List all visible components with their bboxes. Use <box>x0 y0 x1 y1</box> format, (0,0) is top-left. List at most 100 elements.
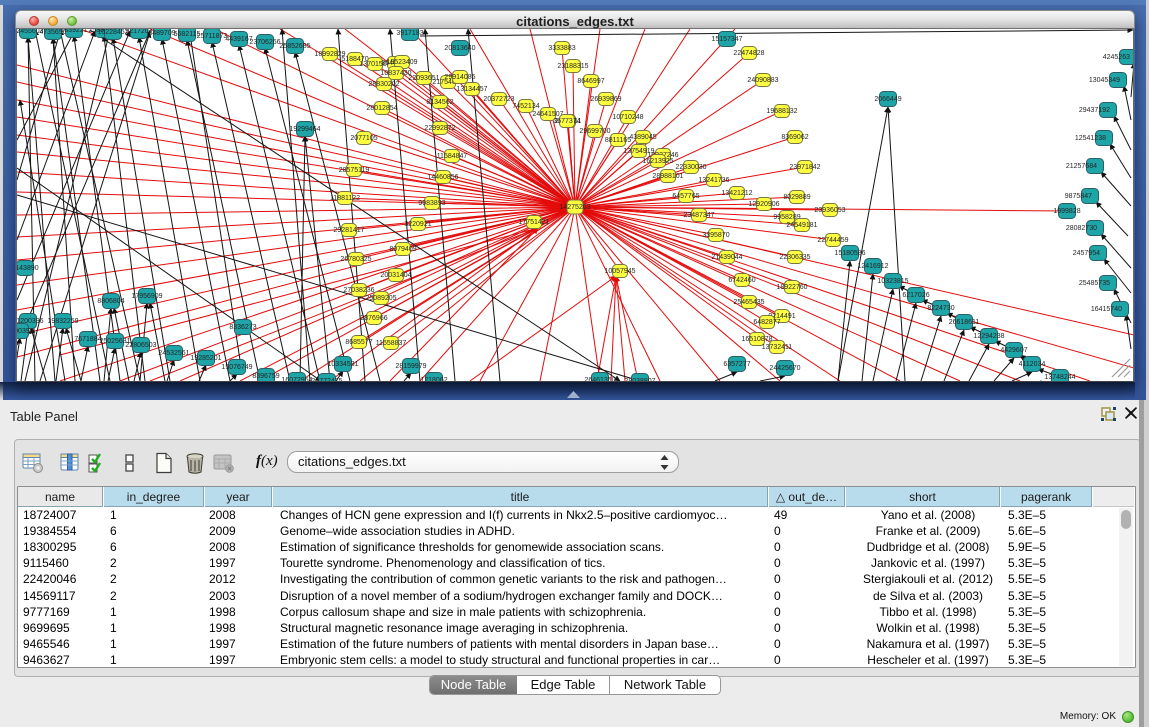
svg-text:27038236: 27038236 <box>343 287 374 294</box>
svg-text:29914085: 29914085 <box>444 74 475 81</box>
svg-text:1999828: 1999828 <box>1053 208 1080 215</box>
svg-text:14275203: 14275203 <box>559 204 590 211</box>
svg-text:24425670: 24425670 <box>769 365 800 372</box>
svg-text:8079409: 8079409 <box>389 246 416 253</box>
svg-text:2077105: 2077105 <box>350 135 377 142</box>
svg-text:9875847: 9875847 <box>1065 193 1092 200</box>
svg-text:14460856: 14460856 <box>427 174 458 181</box>
svg-text:8369062: 8369062 <box>781 134 808 141</box>
svg-text:10228452: 10228452 <box>97 29 128 36</box>
svg-text:16213925: 16213925 <box>642 158 673 165</box>
svg-text:21439044: 21439044 <box>711 254 742 261</box>
svg-text:8489709: 8489709 <box>148 30 175 37</box>
svg-text:1890399: 1890399 <box>17 328 34 335</box>
svg-text:12294238: 12294238 <box>973 333 1004 340</box>
svg-text:3395870: 3395870 <box>702 232 729 239</box>
svg-text:17751421: 17751421 <box>518 219 549 226</box>
svg-text:3677374: 3677374 <box>553 118 580 125</box>
svg-text:24549181: 24549181 <box>786 222 817 229</box>
svg-text:6217026: 6217026 <box>902 292 929 299</box>
svg-text:13134457: 13134457 <box>456 86 487 93</box>
svg-text:12416912: 12416912 <box>857 263 888 270</box>
svg-text:26618611: 26618611 <box>949 319 980 326</box>
svg-text:19523409: 19523409 <box>386 59 417 66</box>
svg-text:11584847: 11584847 <box>437 153 468 160</box>
svg-text:29699700: 29699700 <box>579 128 610 135</box>
svg-text:19688132: 19688132 <box>766 108 797 115</box>
svg-text:22330030: 22330030 <box>675 164 706 171</box>
svg-text:13421212: 13421212 <box>721 190 752 197</box>
svg-text:8646997: 8646997 <box>577 78 604 85</box>
svg-text:2457954: 2457954 <box>1073 250 1100 257</box>
svg-text:4245263: 4245263 <box>1103 54 1130 61</box>
svg-text:28082730: 28082730 <box>1066 225 1097 232</box>
svg-text:8224730: 8224730 <box>927 305 954 312</box>
svg-text:23971842: 23971842 <box>789 164 820 171</box>
svg-text:1218062: 1218062 <box>420 377 447 381</box>
svg-text:28830202: 28830202 <box>368 81 399 88</box>
svg-text:6357277: 6357277 <box>723 361 750 368</box>
svg-text:22806503: 22806503 <box>125 342 156 349</box>
svg-text:8029889: 8029889 <box>783 194 810 201</box>
svg-text:8811165: 8811165 <box>605 137 631 144</box>
svg-text:15157347: 15157347 <box>711 36 742 43</box>
svg-text:8806804: 8806804 <box>97 298 124 305</box>
svg-text:25485735: 25485735 <box>1079 280 1110 287</box>
svg-text:13732411: 13732411 <box>762 344 793 351</box>
svg-text:20813640: 20813640 <box>444 45 475 52</box>
svg-text:17956909: 17956909 <box>131 293 162 300</box>
svg-text:8396759: 8396759 <box>252 373 279 380</box>
svg-text:25465435: 25465435 <box>733 299 764 306</box>
svg-text:8134562: 8134562 <box>426 99 453 106</box>
svg-text:7671884: 7671884 <box>74 336 101 343</box>
svg-text:4429607: 4429607 <box>1000 347 1027 354</box>
svg-text:4112034: 4112034 <box>1019 361 1046 368</box>
svg-text:23706266: 23706266 <box>249 39 280 46</box>
svg-text:19285201: 19285201 <box>190 355 221 362</box>
svg-text:13748244: 13748244 <box>1044 374 1075 381</box>
svg-text:4143890: 4143890 <box>17 265 39 272</box>
svg-text:11881122: 11881122 <box>330 195 360 202</box>
svg-text:19299464: 19299464 <box>289 126 320 133</box>
svg-text:8336273: 8336273 <box>229 324 256 331</box>
svg-text:3917183: 3917183 <box>396 30 423 37</box>
svg-text:3220921: 3220921 <box>404 221 431 228</box>
svg-text:6482877: 6482877 <box>753 319 780 326</box>
svg-text:22744459: 22744459 <box>817 237 848 244</box>
svg-text:20772475: 20772475 <box>311 378 342 381</box>
svg-text:2876966: 2876966 <box>360 315 387 322</box>
svg-text:6742460: 6742460 <box>728 277 755 284</box>
svg-text:23188315: 23188315 <box>557 63 588 70</box>
svg-text:10323815: 10323815 <box>877 278 908 285</box>
svg-text:16415740: 16415740 <box>1091 306 1122 313</box>
svg-text:22306335: 22306335 <box>779 254 810 261</box>
svg-text:10057945: 10057945 <box>604 268 635 275</box>
svg-text:13045349: 13045349 <box>1089 77 1120 84</box>
svg-text:28575119: 28575119 <box>339 167 370 174</box>
svg-text:2066449: 2066449 <box>874 96 901 103</box>
svg-text:12920906: 12920906 <box>748 201 779 208</box>
svg-text:22474828: 22474828 <box>733 50 764 57</box>
svg-text:28988101: 28988101 <box>652 173 683 180</box>
svg-text:11558837: 11558837 <box>376 340 407 347</box>
svg-text:25852685: 25852685 <box>279 43 310 50</box>
svg-text:16510878: 16510878 <box>741 336 772 343</box>
svg-text:15180586: 15180586 <box>834 250 865 257</box>
svg-text:4389045: 4389045 <box>629 134 656 141</box>
svg-text:24641507: 24641507 <box>532 111 563 118</box>
svg-text:25089205: 25089205 <box>365 295 396 302</box>
svg-text:8685577: 8685577 <box>345 339 372 346</box>
svg-text:10710248: 10710248 <box>612 114 643 121</box>
svg-text:29281417: 29281417 <box>333 227 364 234</box>
svg-text:26780325: 26780325 <box>340 256 371 263</box>
svg-text:20031404: 20031404 <box>380 272 411 279</box>
svg-text:10837430: 10837430 <box>380 70 411 77</box>
svg-text:28012854: 28012854 <box>366 105 397 112</box>
svg-text:10334531: 10334531 <box>327 361 358 368</box>
svg-text:23936053: 23936053 <box>814 207 845 214</box>
svg-text:19832259: 19832259 <box>47 318 78 325</box>
svg-text:6457765: 6457765 <box>672 193 699 200</box>
svg-text:24532561: 24532561 <box>158 350 189 357</box>
svg-text:1839221: 1839221 <box>60 29 87 34</box>
svg-text:21257684: 21257684 <box>1066 163 1097 170</box>
